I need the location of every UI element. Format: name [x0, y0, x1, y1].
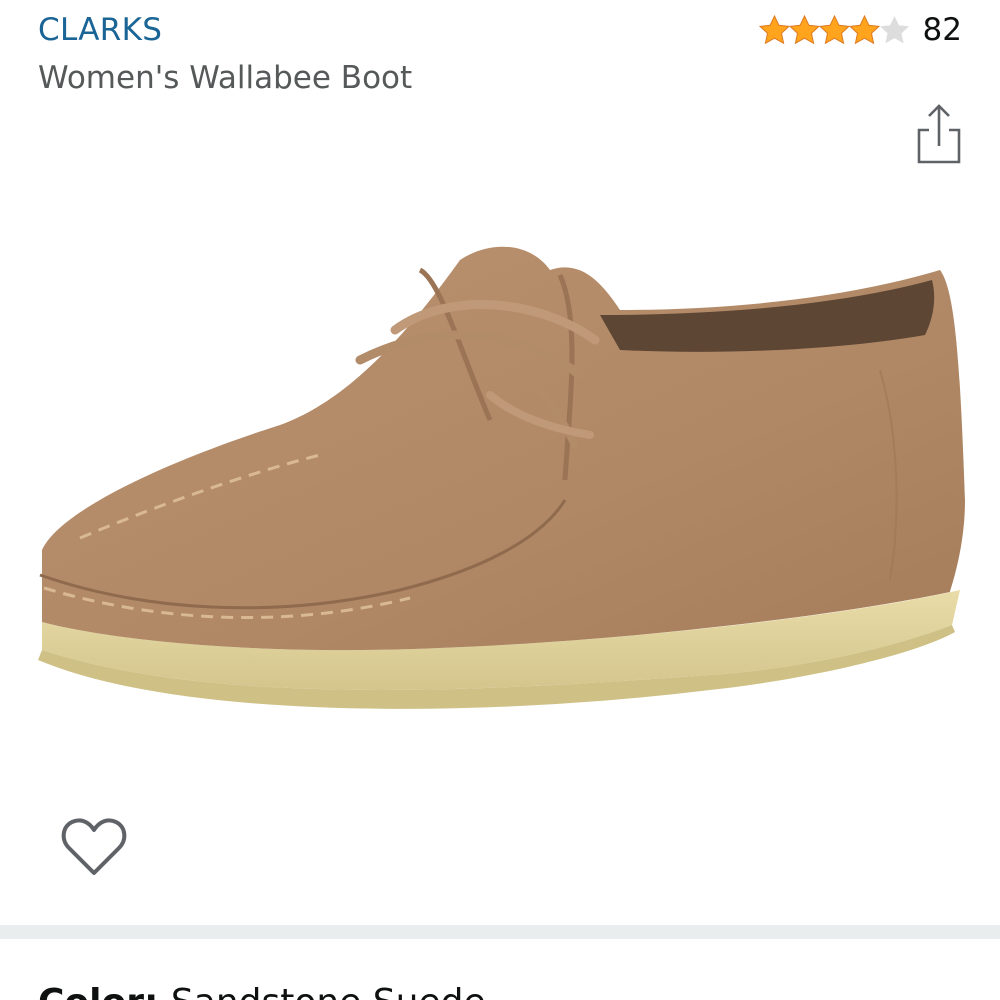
star-rating [758, 15, 909, 45]
share-button[interactable] [912, 100, 966, 168]
brand-link[interactable]: CLARKS [38, 12, 162, 48]
color-value: Sandstone Suede [171, 982, 486, 1000]
section-divider [0, 925, 1000, 939]
product-title: Women's Wallabee Boot [38, 60, 413, 96]
color-label: Color: [38, 982, 158, 1000]
star-filled-icon [818, 15, 850, 45]
wishlist-button[interactable] [60, 815, 128, 879]
rating-summary[interactable]: 82 [758, 12, 962, 48]
product-detail-page: CLARKS Women's Wallabee Boot 82 [0, 0, 1000, 1000]
star-filled-icon [758, 15, 790, 45]
review-count: 82 [922, 12, 962, 48]
color-selector[interactable]: Color: Sandstone Suede [38, 982, 486, 1000]
share-icon [917, 104, 961, 164]
heart-outline-icon [61, 818, 127, 875]
product-image[interactable] [20, 220, 980, 780]
star-filled-icon [848, 15, 880, 45]
star-empty-icon [879, 16, 909, 44]
shoe-image [38, 246, 965, 709]
star-filled-icon [788, 15, 820, 45]
